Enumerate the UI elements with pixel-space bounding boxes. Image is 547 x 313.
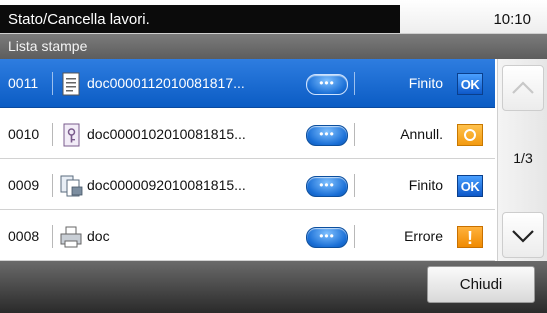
job-status: Finito xyxy=(408,75,443,91)
detail-button[interactable]: ••• xyxy=(306,125,348,146)
divider xyxy=(52,72,53,95)
page-indicator: 1/3 xyxy=(513,150,533,166)
detail-button[interactable]: ••• xyxy=(306,227,348,248)
document-icon xyxy=(62,72,80,96)
divider xyxy=(354,174,355,197)
job-name: doc0000102010081815... xyxy=(87,126,246,142)
error-icon: ! xyxy=(457,226,483,248)
job-row[interactable]: 0008 doc ••• Errore ! xyxy=(0,212,495,261)
detail-dots: ••• xyxy=(319,229,335,243)
detail-button[interactable]: ••• xyxy=(306,74,348,95)
job-number: 0011 xyxy=(8,75,39,91)
job-list: 0011 doc0000112010081817... ••• Finito O… xyxy=(0,59,495,261)
divider xyxy=(354,123,355,146)
private-document-icon xyxy=(63,123,80,147)
detail-dots: ••• xyxy=(319,76,335,90)
job-row[interactable]: 0009 doc0000092010081815... ••• Finito O… xyxy=(0,161,495,210)
page-title: Stato/Cancella lavori. xyxy=(0,5,400,33)
divider xyxy=(354,72,355,95)
job-name: doc xyxy=(87,228,110,244)
cancelled-icon xyxy=(457,124,483,146)
ok-icon: OK xyxy=(457,73,483,95)
copy-document-icon xyxy=(60,175,83,197)
scroll-up-button[interactable] xyxy=(502,65,544,111)
job-status: Finito xyxy=(408,177,443,193)
divider xyxy=(354,225,355,248)
job-status: Annull. xyxy=(400,126,443,142)
job-number: 0008 xyxy=(8,228,40,244)
clock: 10:10 xyxy=(493,11,531,28)
divider xyxy=(52,225,53,248)
detail-dots: ••• xyxy=(319,178,335,192)
detail-dots: ••• xyxy=(319,127,335,141)
job-number: 0009 xyxy=(8,177,40,193)
detail-button[interactable]: ••• xyxy=(306,176,348,197)
divider xyxy=(52,174,53,197)
job-row[interactable]: 0011 doc0000112010081817... ••• Finito O… xyxy=(0,59,495,108)
scroll-panel: 1/3 xyxy=(497,59,547,261)
top-bar: Stato/Cancella lavori. 10:10 xyxy=(0,0,547,34)
printer-document-icon xyxy=(60,226,82,248)
cancel-ring-icon xyxy=(464,129,476,141)
job-name: doc0000112010081817... xyxy=(87,75,245,91)
scroll-down-button[interactable] xyxy=(502,212,544,258)
close-button[interactable]: Chiudi xyxy=(427,266,535,303)
job-name: doc0000092010081815... xyxy=(87,177,246,193)
chevron-up-icon xyxy=(512,81,534,94)
ok-icon: OK xyxy=(457,175,483,197)
list-title: Lista stampe xyxy=(0,34,547,59)
job-status: Errore xyxy=(404,228,443,244)
chevron-down-icon xyxy=(512,230,534,243)
divider xyxy=(52,123,53,146)
job-number: 0010 xyxy=(8,126,40,142)
job-row[interactable]: 0010 doc0000102010081815... ••• Annull. xyxy=(0,110,495,159)
